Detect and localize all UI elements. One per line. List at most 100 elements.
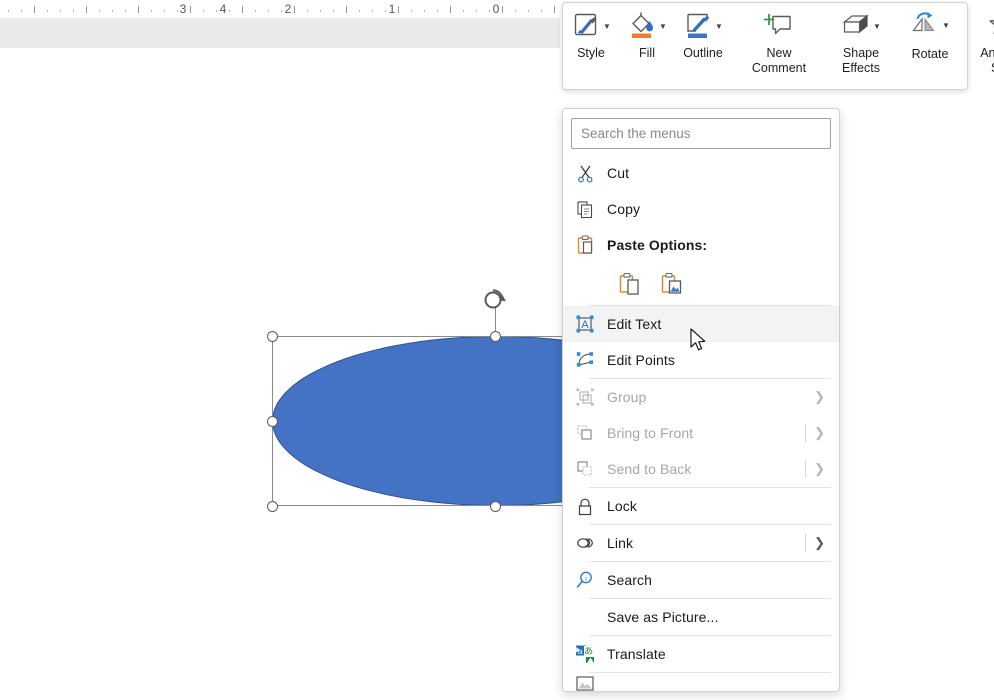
toolbar-animation-styles-icon-row: ▼ <box>987 9 994 45</box>
ruler-label-3: 3 <box>179 2 187 16</box>
ruler-minor-tick <box>359 10 360 12</box>
ruler-minor-tick <box>307 10 308 12</box>
menu-item-edit-points-label: Edit Points <box>607 352 676 368</box>
menu-item-cut-label: Cut <box>607 165 630 181</box>
horizontal-ruler[interactable]: 4 3 2 1 0 <box>0 0 560 49</box>
ruler-major-tick <box>138 6 139 13</box>
paste-picture-button[interactable] <box>657 269 687 299</box>
scissors-icon <box>563 164 607 183</box>
menu-item-copy[interactable]: Copy <box>563 191 839 227</box>
fill-bucket-icon <box>627 10 657 45</box>
menu-search-wrap <box>563 109 839 155</box>
search-input[interactable] <box>571 118 831 149</box>
translate-icon: a あ <box>563 644 607 664</box>
chevron-right-icon: ❯ <box>814 535 825 550</box>
ruler-label-1: 1 <box>388 2 396 16</box>
toolbar-rotate-label: Rotate <box>911 47 949 61</box>
ruler-minor-tick <box>47 10 48 12</box>
toolbar-animation-styles-button[interactable]: ▼ Animation Styles <box>965 3 994 89</box>
ruler-major-tick <box>34 6 35 13</box>
ruler-major-tick <box>346 6 347 13</box>
toolbar-new-comment-icon-row <box>763 9 795 45</box>
menu-item-partially-visible[interactable] <box>563 673 839 691</box>
toolbar-group-comment: New Comment <box>739 3 819 89</box>
chevron-right-icon: ❯ <box>814 389 825 404</box>
ruler-major-tick <box>242 6 243 13</box>
menu-item-edit-text[interactable]: A Edit Text <box>563 306 839 342</box>
menu-arrow-divider <box>805 534 807 552</box>
toolbar-rotate-button[interactable]: ▼ Rotate <box>895 3 965 89</box>
ruler-minor-tick <box>541 10 542 12</box>
ruler-label-2: 2 <box>284 2 292 16</box>
chevron-down-icon[interactable]: ▼ <box>659 23 667 31</box>
ruler-minor-tick <box>463 10 464 12</box>
menu-item-link[interactable]: Link ❯ <box>563 525 839 561</box>
resize-handle-top-center[interactable] <box>489 330 501 342</box>
ruler-minor-tick <box>229 10 230 12</box>
menu-item-paste-options-label: Paste Options: <box>607 237 708 253</box>
menu-item-lock[interactable]: Lock <box>563 488 839 524</box>
animation-styles-star-icon <box>987 10 994 45</box>
ruler-label-0: 0 <box>492 2 500 16</box>
selected-shape-group[interactable] <box>266 289 722 512</box>
ruler-minor-tick <box>268 10 269 12</box>
menu-item-bring-to-front[interactable]: Bring to Front ❯ <box>563 415 839 451</box>
ruler-major-tick <box>294 6 295 13</box>
toolbar-style-label: Style <box>577 46 605 60</box>
chevron-down-icon[interactable]: ▼ <box>873 23 881 31</box>
toolbar-new-comment-button[interactable]: New Comment <box>739 3 819 89</box>
menu-item-translate[interactable]: a あ Translate <box>563 636 839 672</box>
ruler-major-tick <box>190 6 191 13</box>
ruler-track[interactable] <box>0 18 560 49</box>
ruler-minor-tick <box>99 10 100 12</box>
ruler-major-tick <box>398 6 399 13</box>
chevron-down-icon[interactable]: ▼ <box>942 22 950 30</box>
ruler-minor-tick <box>372 10 373 12</box>
ruler-major-tick <box>450 6 451 13</box>
menu-item-search[interactable]: i Search <box>563 562 839 598</box>
chevron-down-icon[interactable]: ▼ <box>603 23 611 31</box>
copy-icon <box>563 200 607 219</box>
mini-toolbar: ▼ Style ▼ Fill ▼ Outline New Comment ▼ S… <box>562 2 994 90</box>
ruler-minor-tick <box>60 10 61 12</box>
menu-item-paste-options: Paste Options: <box>563 227 839 263</box>
ruler-major-tick <box>86 6 87 13</box>
rotation-handle[interactable] <box>482 286 509 313</box>
menu-item-translate-label: Translate <box>607 646 666 662</box>
resize-handle-bottom-center[interactable] <box>489 500 501 512</box>
resize-handle-bottom-left[interactable] <box>266 500 278 512</box>
toolbar-outline-button[interactable]: ▼ Outline <box>675 3 731 89</box>
chevron-right-icon: ❯ <box>814 461 825 476</box>
menu-item-cut[interactable]: Cut <box>563 155 839 191</box>
menu-item-link-label: Link <box>607 535 634 551</box>
resize-handle-middle-left[interactable] <box>266 415 278 427</box>
toolbar-group-shape: ▼ Style ▼ Fill ▼ Outline <box>563 3 731 89</box>
toolbar-style-button[interactable]: ▼ Style <box>563 3 619 89</box>
ruler-minor-tick <box>515 10 516 12</box>
ruler-minor-tick <box>164 10 165 12</box>
svg-text:i: i <box>585 574 587 583</box>
chevron-down-icon[interactable]: ▼ <box>715 23 723 31</box>
menu-item-edit-points[interactable]: Edit Points <box>563 342 839 378</box>
toolbar-fill-button[interactable]: ▼ Fill <box>619 3 675 89</box>
paste-keep-source-formatting-button[interactable] <box>615 269 645 299</box>
ruler-number-strip: 4 3 2 1 0 <box>0 0 560 18</box>
clipboard-icon <box>563 235 607 255</box>
toolbar-shape-effects-button[interactable]: ▼ Shape Effects <box>827 3 895 89</box>
resize-handle-top-left[interactable] <box>266 330 278 342</box>
menu-item-group[interactable]: Group ❯ <box>563 379 839 415</box>
menu-item-edit-text-label: Edit Text <box>607 316 662 332</box>
ruler-minor-tick <box>476 10 477 12</box>
ruler-minor-tick <box>385 10 386 12</box>
menu-item-save-as-picture[interactable]: Save as Picture... <box>563 599 839 635</box>
menu-item-send-to-back[interactable]: Send to Back ❯ <box>563 451 839 487</box>
document-canvas[interactable] <box>0 48 994 700</box>
toolbar-group-effects: ▼ Shape Effects ▼ Rotate An <box>827 3 994 89</box>
shape-context-menu: Cut Copy Paste Options: <box>562 108 840 692</box>
ruler-minor-tick <box>8 10 9 12</box>
ruler-major-tick <box>502 6 503 13</box>
menu-arrow-divider <box>805 424 807 442</box>
toolbar-animation-styles-label: Animation Styles <box>980 46 994 75</box>
ruler-minor-tick <box>437 10 438 12</box>
new-comment-icon <box>763 10 795 45</box>
